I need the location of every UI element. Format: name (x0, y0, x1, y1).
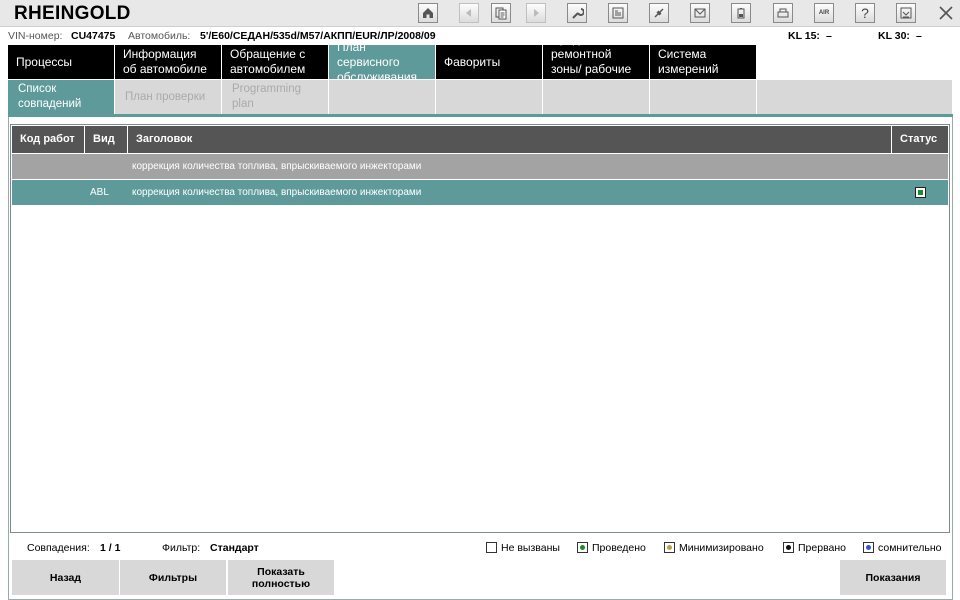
cell-kind: ABL (90, 187, 109, 198)
matches-label: Совпадения: (27, 542, 90, 554)
car-value: 5'/E60/СЕДАН/535d/M57/АКПП/EUR/ЛР/2008/0… (200, 30, 436, 42)
table-row[interactable]: коррекция количества топлива, впрыскивае… (12, 154, 948, 179)
forward-icon[interactable] (526, 3, 546, 23)
battery-icon[interactable] (731, 3, 751, 23)
legend-aborted: Прервано (798, 542, 847, 554)
tab-vehicle-handling[interactable]: Обращение с автомобилем (222, 45, 328, 79)
vin-label: VIN-номер: (8, 30, 63, 42)
tab-favorites[interactable]: Фавориты (436, 45, 542, 79)
back-button[interactable]: Назад (12, 560, 119, 595)
legend-minimized-icon (664, 542, 675, 553)
close-icon[interactable] (935, 2, 957, 24)
filter-label: Фильтр: (162, 542, 201, 554)
tab-workshop-equipment[interactable]: Средства ремонтной зоны/ рабочие жидкост… (543, 45, 649, 79)
help-icon[interactable]: ? (855, 3, 875, 23)
car-label: Автомобиль: (128, 30, 191, 42)
subtab-empty (650, 80, 756, 114)
kl30-value: – (916, 30, 922, 42)
show-full-button[interactable]: Показать полностью (228, 560, 334, 595)
subtab-empty (329, 80, 435, 114)
main-tabs: Процессы Информация об автомобиле Обраще… (8, 45, 953, 79)
table-header: Код работ Вид Заголовок Статус (12, 126, 948, 153)
legend-done: Проведено (592, 542, 646, 554)
app-title: RHEINGOLD (14, 3, 131, 24)
minimize-icon[interactable] (896, 3, 916, 23)
subtab-empty (543, 80, 649, 114)
cell-title: коррекция количества топлива, впрыскивае… (132, 161, 422, 172)
column-header-kind[interactable]: Вид (85, 126, 128, 153)
vehicle-info-bar: VIN-номер: CU47475 Автомобиль: 5'/E60/СЕ… (0, 28, 960, 45)
vin-value: CU47475 (71, 30, 116, 42)
kl30-label: KL 30: (878, 30, 910, 42)
title-bar: RHEINGOLD AIR ? (0, 0, 960, 27)
document-icon[interactable] (491, 3, 511, 23)
legend-not-called-icon (486, 542, 497, 553)
subtab-empty (436, 80, 542, 114)
cell-title: коррекция количества топлива, впрыскивае… (132, 187, 422, 198)
home-icon[interactable] (418, 3, 438, 23)
kl15-label: KL 15: (788, 30, 820, 42)
kl15-value: – (826, 30, 832, 42)
legend-done-icon (577, 542, 588, 553)
filter-value: Стандарт (210, 542, 259, 554)
results-table: Код работ Вид Заголовок Статус коррекция… (10, 124, 950, 533)
tab-processes[interactable]: Процессы (8, 45, 114, 79)
legend-doubtful: сомнительно (878, 542, 942, 554)
tab-service-plan[interactable]: План сервисного обслуживания (329, 45, 435, 79)
readings-button[interactable]: Показания (840, 560, 946, 595)
wrench-icon[interactable] (567, 3, 587, 23)
column-header-title[interactable]: Заголовок (128, 126, 892, 153)
sub-tabs: Список совпадений План проверки Programm… (8, 80, 953, 114)
air-icon[interactable]: AIR (814, 3, 834, 23)
legend-aborted-icon (783, 542, 794, 553)
table-row-selected[interactable]: ABL коррекция количества топлива, впрыск… (12, 180, 948, 205)
footer-info: Совпадения: 1 / 1 Фильтр: Стандарт Не вы… (0, 540, 960, 556)
legend-not-called: Не вызваны (501, 542, 560, 554)
print-icon[interactable] (773, 3, 793, 23)
tab-vehicle-info[interactable]: Информация об автомобиле (115, 45, 221, 79)
tab-spacer (757, 45, 953, 79)
legend-doubtful-icon (863, 542, 874, 553)
subtab-match-list[interactable]: Список совпадений (8, 80, 114, 114)
legend-minimized: Минимизировано (679, 542, 764, 554)
back-icon[interactable] (459, 3, 479, 23)
subtab-test-plan[interactable]: План проверки (115, 80, 221, 114)
column-header-code[interactable]: Код работ (12, 126, 85, 153)
subtab-programming-plan[interactable]: Programming plan (222, 80, 328, 114)
mail-icon[interactable] (690, 3, 710, 23)
subtab-empty (757, 80, 952, 114)
filters-button[interactable]: Фильтры (120, 560, 226, 595)
matches-value: 1 / 1 (100, 542, 121, 554)
connect-icon[interactable] (649, 3, 669, 23)
tab-measurement-system[interactable]: Система измерений (650, 45, 756, 79)
column-header-status[interactable]: Статус (892, 126, 948, 153)
data-icon[interactable] (608, 3, 628, 23)
status-done-icon (915, 187, 926, 198)
